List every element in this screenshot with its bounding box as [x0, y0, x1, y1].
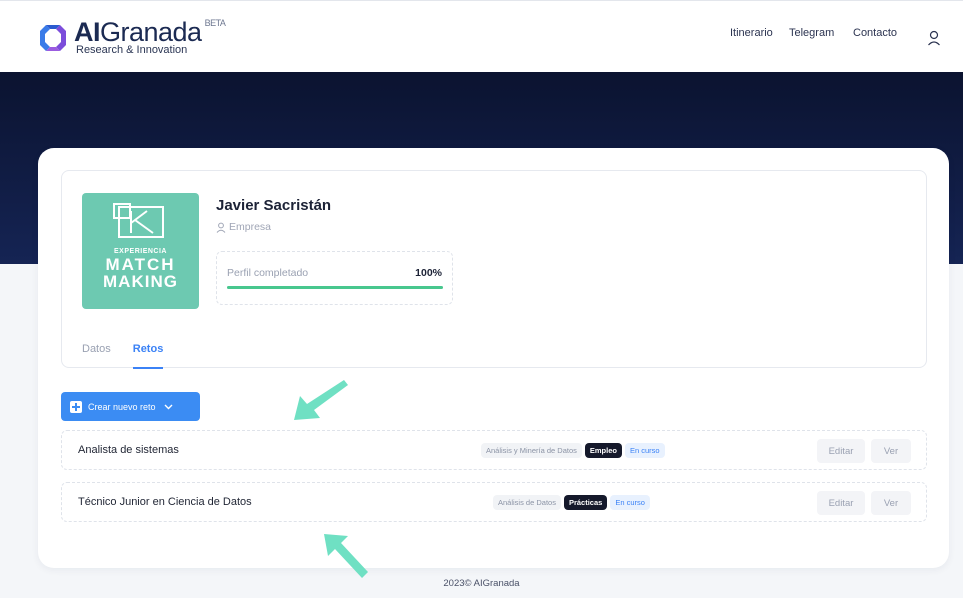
profile-progress: Perfil completado 100% — [216, 251, 453, 305]
progress-bar — [227, 286, 443, 289]
challenge-title: Analista de sistemas — [78, 444, 179, 456]
top-header: AIGranada BETA Research & Innovation Itin… — [0, 0, 963, 72]
type-tag: Prácticas — [563, 495, 608, 510]
annotation-arrow-icon — [294, 380, 348, 420]
avatar-line2: MATCH — [105, 255, 176, 274]
role-label: Empresa — [229, 221, 272, 233]
view-button[interactable]: Ver — [871, 491, 911, 515]
category-tag: Análisis y Minería de Datos — [481, 443, 582, 458]
footer-copyright: 2023© AIGranada — [443, 578, 520, 589]
plus-icon — [70, 400, 82, 413]
logo-title-light: Granada — [100, 17, 202, 47]
profile-tabs: Datos Retos — [82, 343, 164, 369]
challenge-tags: Análisis y Minería de Datos Empleo En cu… — [481, 443, 668, 458]
create-challenge-label: Crear nuevo reto — [88, 401, 156, 412]
user-icon[interactable] — [927, 30, 941, 46]
edit-button[interactable]: Editar — [817, 491, 865, 515]
match-logo-icon — [112, 203, 164, 238]
challenge-row: Técnico Junior en Ciencia de Datos Análi… — [61, 482, 927, 522]
challenge-tags: Análisis de Datos Prácticas En curso — [493, 495, 653, 510]
logo[interactable]: AIGranada BETA Research & Innovation — [36, 17, 226, 56]
logo-mark-icon — [40, 24, 66, 51]
profile-name: Javier Sacristán — [216, 197, 332, 214]
logo-subtitle: Research & Innovation — [76, 44, 188, 56]
chevron-down-icon — [164, 404, 173, 409]
nav-contacto[interactable]: Contacto — [853, 27, 897, 39]
progress-label: Perfil completado — [227, 267, 309, 279]
progress-value: 100% — [415, 267, 442, 279]
status-badge: En curso — [624, 443, 665, 458]
tab-retos[interactable]: Retos — [132, 343, 164, 369]
progress-fill — [227, 286, 443, 289]
challenge-title: Técnico Junior en Ciencia de Datos — [78, 496, 252, 508]
avatar-line3: MAKING — [103, 272, 178, 291]
profile-role: Empresa — [216, 221, 271, 233]
type-tag: Empleo — [584, 443, 622, 458]
beta-badge: BETA — [204, 18, 226, 28]
avatar-line1: EXPERIENCIA — [114, 248, 167, 255]
main-card: EXPERIENCIA MATCH MAKING Javier Sacristá… — [38, 148, 949, 568]
company-avatar: EXPERIENCIA MATCH MAKING — [82, 193, 199, 309]
nav-telegram[interactable]: Telegram — [789, 27, 834, 39]
create-challenge-button[interactable]: Crear nuevo reto — [61, 392, 200, 421]
user-icon — [216, 222, 226, 233]
logo-title-bold: AI — [74, 17, 101, 47]
annotation-arrow-icon — [324, 534, 368, 578]
tab-datos[interactable]: Datos — [82, 343, 111, 369]
view-button[interactable]: Ver — [871, 439, 911, 463]
edit-button[interactable]: Editar — [817, 439, 865, 463]
challenge-row: Analista de sistemas Análisis y Minería … — [61, 430, 927, 470]
status-badge: En curso — [610, 495, 650, 510]
category-tag: Análisis de Datos — [493, 495, 561, 510]
nav-itinerario[interactable]: Itinerario — [730, 27, 773, 39]
profile-card: EXPERIENCIA MATCH MAKING Javier Sacristá… — [61, 170, 927, 369]
